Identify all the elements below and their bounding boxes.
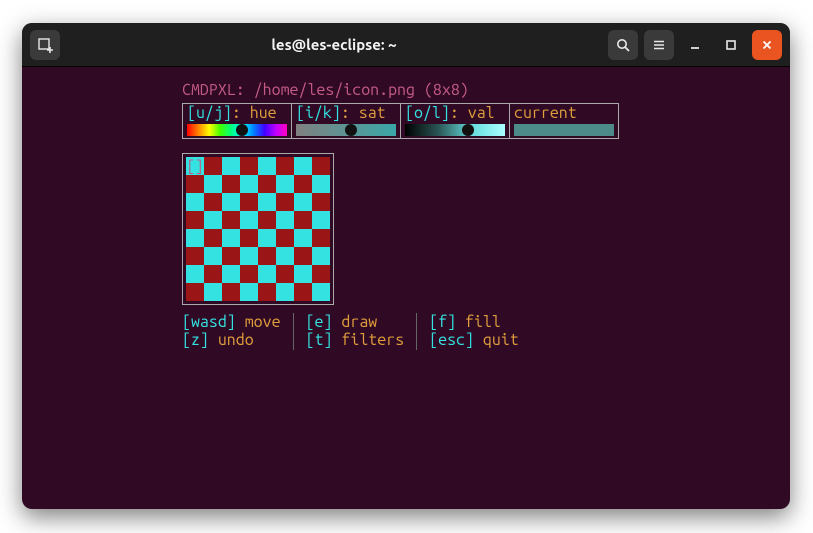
pixel[interactable] xyxy=(294,247,312,265)
pixel[interactable] xyxy=(204,229,222,247)
search-button[interactable] xyxy=(608,30,638,60)
app-header: CMDPXL: /home/les/icon.png (8x8) xyxy=(182,81,770,99)
hue-thumb[interactable] xyxy=(236,124,248,136)
pixel[interactable] xyxy=(294,265,312,283)
current-panel: current xyxy=(510,104,618,137)
val-slider[interactable] xyxy=(405,124,505,136)
pixel[interactable] xyxy=(186,211,204,229)
pixel[interactable] xyxy=(294,211,312,229)
pixel[interactable] xyxy=(222,229,240,247)
pixel[interactable] xyxy=(276,157,294,175)
hue-slider[interactable] xyxy=(187,124,287,136)
pixel[interactable] xyxy=(258,157,276,175)
pixel[interactable] xyxy=(222,193,240,211)
help-bar: [wasd] move[z] undo [e] draw[t] filters … xyxy=(182,313,770,350)
val-thumb[interactable] xyxy=(462,124,474,136)
pixel[interactable] xyxy=(204,175,222,193)
pixel[interactable] xyxy=(222,211,240,229)
pixel[interactable] xyxy=(204,193,222,211)
sat-thumb[interactable] xyxy=(345,124,357,136)
pixel[interactable] xyxy=(276,247,294,265)
pixel[interactable] xyxy=(222,265,240,283)
minimize-button[interactable] xyxy=(680,30,710,60)
pixel[interactable] xyxy=(222,247,240,265)
pixel[interactable] xyxy=(276,265,294,283)
pixel[interactable] xyxy=(258,175,276,193)
maximize-button[interactable] xyxy=(716,30,746,60)
pixel[interactable] xyxy=(294,229,312,247)
pixel[interactable] xyxy=(204,247,222,265)
pixel[interactable] xyxy=(312,175,330,193)
pixel[interactable] xyxy=(240,157,258,175)
pixel[interactable] xyxy=(276,283,294,301)
pixel[interactable] xyxy=(240,283,258,301)
canvas-frame: [] xyxy=(182,153,334,305)
pixel[interactable] xyxy=(294,157,312,175)
pixel[interactable] xyxy=(240,265,258,283)
pixel[interactable] xyxy=(204,211,222,229)
sat-slider[interactable] xyxy=(296,124,396,136)
pixel[interactable] xyxy=(240,247,258,265)
help-entry: [z] undo xyxy=(182,331,281,349)
pixel[interactable] xyxy=(276,193,294,211)
pixel[interactable] xyxy=(312,193,330,211)
pixel[interactable] xyxy=(312,247,330,265)
terminal-window: les@les-eclipse: ~ CMDPXL: /home/les/ico… xyxy=(22,23,790,509)
pixel[interactable] xyxy=(186,175,204,193)
pixel[interactable] xyxy=(204,157,222,175)
pixel[interactable] xyxy=(312,265,330,283)
pixel[interactable] xyxy=(276,175,294,193)
pixel[interactable] xyxy=(276,211,294,229)
pixel[interactable] xyxy=(240,193,258,211)
pixel[interactable] xyxy=(186,283,204,301)
pixel[interactable] xyxy=(240,211,258,229)
pixel[interactable] xyxy=(312,211,330,229)
pixel[interactable] xyxy=(204,265,222,283)
pixel[interactable] xyxy=(186,193,204,211)
pixel[interactable] xyxy=(312,157,330,175)
val-panel: [o/l]: val xyxy=(401,104,510,137)
pixel[interactable] xyxy=(294,193,312,211)
hue-panel: [u/j]: hue xyxy=(183,104,292,137)
pixel[interactable] xyxy=(222,283,240,301)
pixel[interactable] xyxy=(186,265,204,283)
help-entry: [f] fill xyxy=(429,313,519,331)
pixel[interactable] xyxy=(186,157,204,175)
window-title: les@les-eclipse: ~ xyxy=(66,36,602,53)
pixel[interactable] xyxy=(312,229,330,247)
pixel[interactable] xyxy=(186,247,204,265)
pixel-canvas[interactable]: [] xyxy=(186,157,330,301)
pixel[interactable] xyxy=(222,157,240,175)
menu-button[interactable] xyxy=(644,30,674,60)
help-entry: [t] filters xyxy=(306,331,405,349)
current-color-swatch xyxy=(514,124,614,136)
sat-panel: [i/k]: sat xyxy=(292,104,401,137)
pixel[interactable] xyxy=(204,283,222,301)
pixel[interactable] xyxy=(258,193,276,211)
help-entry: [wasd] move xyxy=(182,313,281,331)
color-panels: [u/j]: hue [i/k]: sat [o/l]: val current xyxy=(182,103,619,138)
close-button[interactable] xyxy=(752,30,782,60)
pixel[interactable] xyxy=(222,175,240,193)
pixel[interactable] xyxy=(312,283,330,301)
pixel[interactable] xyxy=(258,283,276,301)
pixel[interactable] xyxy=(240,229,258,247)
pixel[interactable] xyxy=(240,175,258,193)
pixel[interactable] xyxy=(258,265,276,283)
pixel[interactable] xyxy=(258,211,276,229)
pixel[interactable] xyxy=(276,229,294,247)
terminal-body[interactable]: CMDPXL: /home/les/icon.png (8x8) [u/j]: … xyxy=(22,67,790,509)
help-entry: [esc] quit xyxy=(429,331,519,349)
pixel[interactable] xyxy=(258,247,276,265)
help-entry: [e] draw xyxy=(306,313,405,331)
new-tab-button[interactable] xyxy=(30,30,60,60)
pixel[interactable] xyxy=(294,175,312,193)
pixel[interactable] xyxy=(294,283,312,301)
pixel[interactable] xyxy=(258,229,276,247)
titlebar: les@les-eclipse: ~ xyxy=(22,23,790,67)
pixel[interactable] xyxy=(186,229,204,247)
